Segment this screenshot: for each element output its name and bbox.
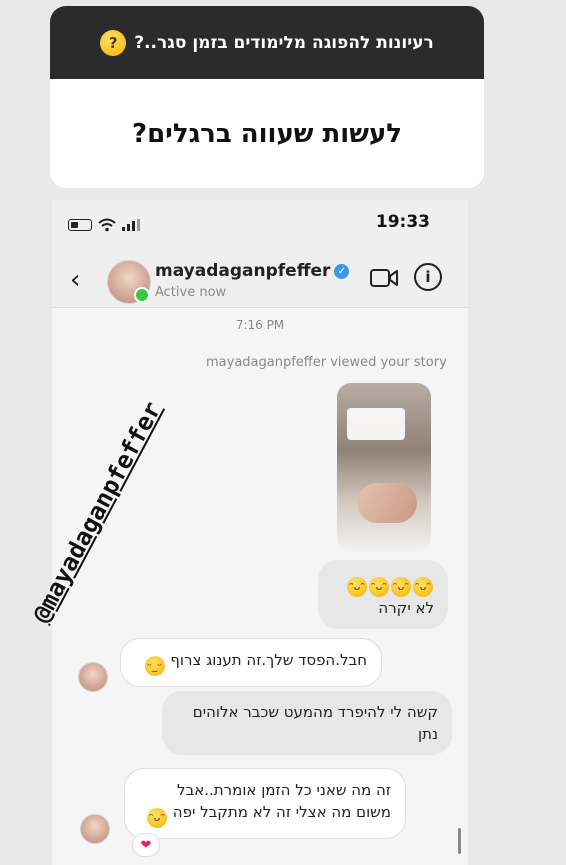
dm-username[interactable]: mayadaganpfeffer ✓ <box>155 261 350 281</box>
status-time: 19:33 <box>375 212 430 232</box>
online-indicator <box>134 287 150 303</box>
message-text: זה מה שאני כל הזמן אומרת..אבל משום מה אצ… <box>172 781 391 821</box>
message-text: לא יקרה <box>378 599 434 617</box>
sender-avatar[interactable] <box>80 814 110 844</box>
story-question-box <box>347 408 405 440</box>
signal-icon <box>122 219 140 231</box>
status-bar: 19:33 <box>52 200 468 240</box>
laughing-face-icon: ᵔᴗᵔ <box>391 577 411 597</box>
question-sticker: רעיונות להפוגה מלימודים בזמן סגר..? ? לע… <box>50 6 484 188</box>
laughing-face-icon: ᵔᴗᵔ <box>413 577 433 597</box>
scrollbar[interactable] <box>458 828 461 854</box>
info-icon[interactable]: i <box>414 263 442 291</box>
status-icons <box>68 218 140 232</box>
video-camera-icon[interactable] <box>370 268 398 288</box>
sender-avatar[interactable] <box>78 662 108 692</box>
heart-reaction-icon[interactable]: ❤ <box>132 833 160 857</box>
story-thumbnail[interactable] <box>337 383 431 551</box>
message-bubble-in[interactable]: זה מה שאני כל הזמן אומרת..אבל משום מה אצ… <box>124 768 406 839</box>
thinking-face-icon: ? <box>100 29 127 56</box>
message-bubble-out[interactable]: קשה לי להיפרד מהמעט שכבר אלוהים נתן <box>162 691 452 755</box>
message-bubble-out[interactable]: ᵔᴗᵔ ᵔᴗᵔ ᵔᴗᵔ ᵔᴗᵔ לא יקרה <box>318 560 448 629</box>
message-text: קשה לי להיפרד מהמעט שכבר אלוהים נתן <box>192 703 438 743</box>
wifi-icon <box>98 218 116 232</box>
active-status: Active now <box>155 285 227 300</box>
laughing-face-icon: ᵔᴗᵔ <box>347 577 367 597</box>
chat-timestamp: 7:16 PM <box>235 318 285 332</box>
laughing-face-icon: ᵔᴗᵔ <box>369 577 389 597</box>
story-image-content <box>357 483 417 523</box>
question-header: רעיונות להפוגה מלימודים בזמן סגר..? ? <box>50 6 484 79</box>
battery-icon <box>68 219 92 231</box>
chat-thread: 7:16 PM mayadaganpfeffer viewed your sto… <box>27 308 468 865</box>
laughing-emoji-row: ᵔᴗᵔ ᵔᴗᵔ ᵔᴗᵔ ᵔᴗᵔ <box>332 570 434 597</box>
dm-screenshot: 19:33 ‹ mayadaganpfeffer ✓ Active now i 7… <box>27 200 468 865</box>
viewed-story-notice: mayadaganpfeffer viewed your story <box>206 355 447 370</box>
dm-username-text: mayadaganpfeffer <box>155 261 331 281</box>
message-text: חבל.הפסד שלך.זה תענוג צרוף <box>170 651 367 669</box>
eye-roll-face-icon: ᵕ_ᵕ <box>144 656 165 676</box>
question-text: רעיונות להפוגה מלימודים בזמן סגר..? <box>134 32 434 53</box>
message-bubble-in[interactable]: חבל.הפסד שלך.זה תענוג צרוף ᵕ_ᵕ <box>120 638 382 687</box>
dm-header: ‹ mayadaganpfeffer ✓ Active now i <box>52 245 468 308</box>
question-answer: לעשות שעווה ברגלים? <box>132 118 402 149</box>
verified-badge-icon: ✓ <box>334 264 350 279</box>
laughing-face-icon: ᵔᴗᵔ <box>147 808 167 828</box>
back-chevron-icon[interactable]: ‹ <box>70 267 80 293</box>
mention-sticker: @mayadaganpfeffer <box>26 396 167 628</box>
